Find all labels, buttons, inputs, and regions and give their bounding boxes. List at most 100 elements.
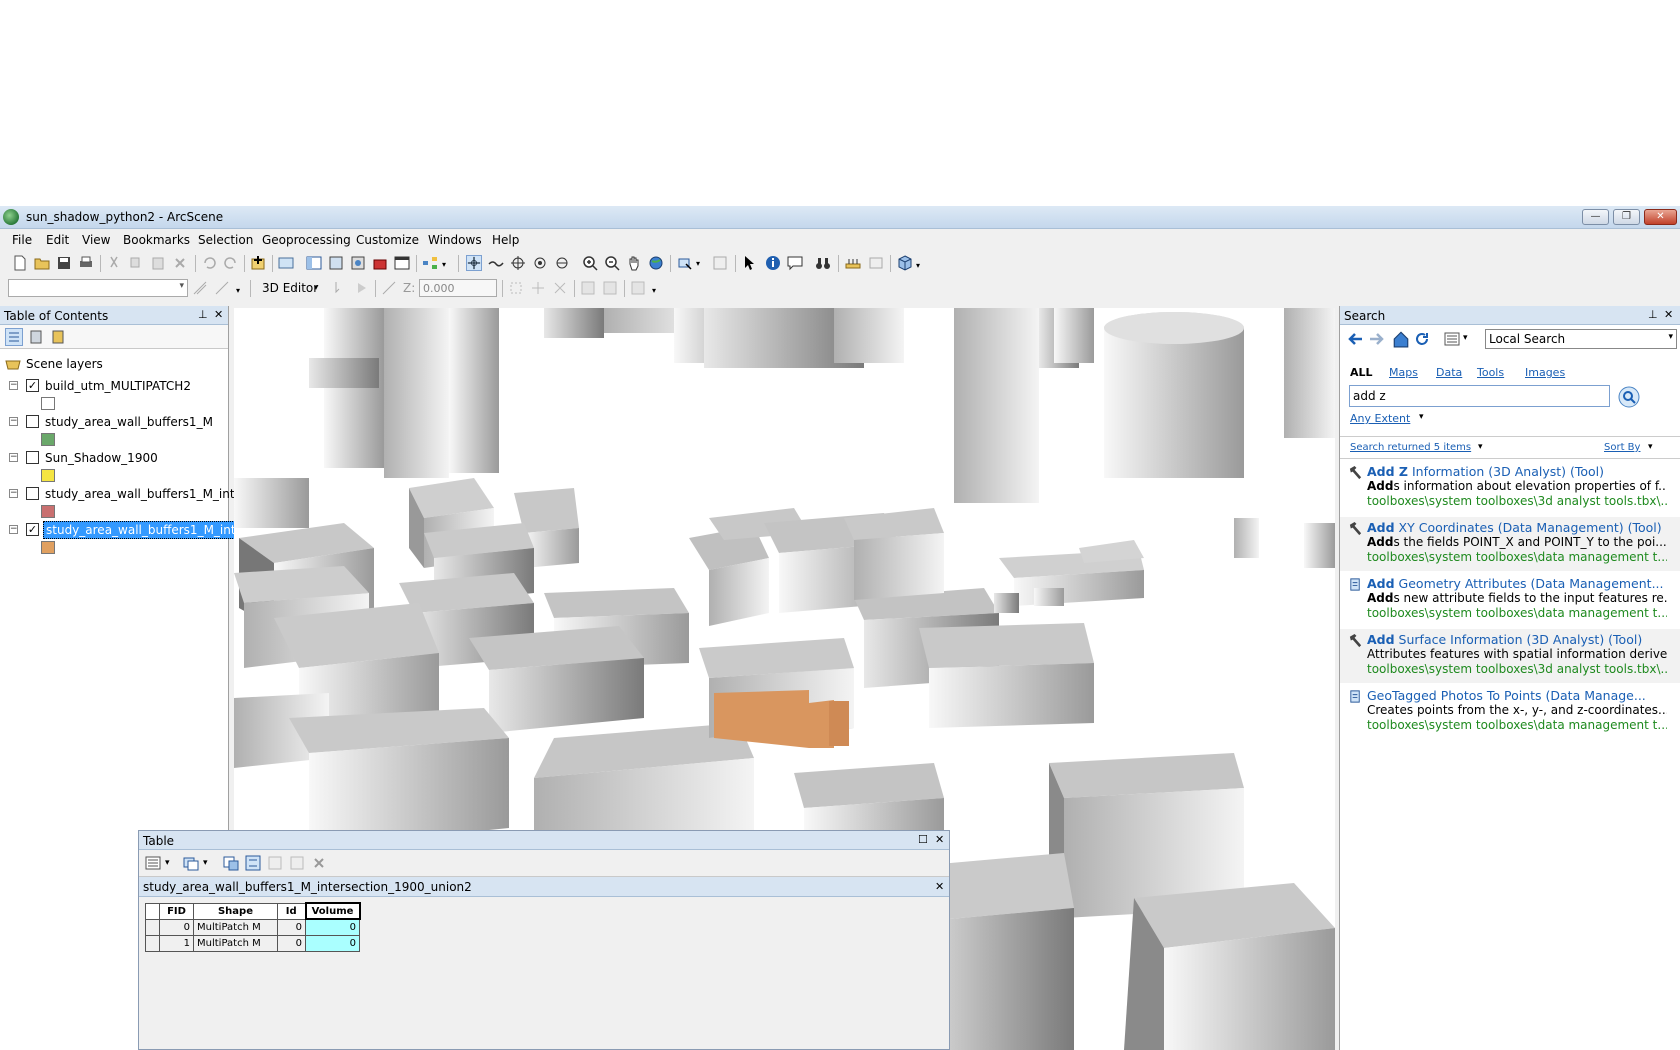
- search-returned-count[interactable]: Search returned 5 items: [1350, 442, 1471, 453]
- close-table-icon[interactable]: ✕: [935, 880, 944, 893]
- animation-icon[interactable]: [868, 255, 884, 271]
- menu-windows[interactable]: Windows: [428, 233, 482, 247]
- measure-icon[interactable]: [845, 255, 861, 271]
- select-features-icon[interactable]: [677, 255, 693, 271]
- toc-window-icon[interactable]: [306, 255, 322, 271]
- table-row[interactable]: 1 MultiPatch M 0 0: [145, 934, 360, 952]
- model-builder-icon[interactable]: [422, 255, 438, 271]
- zoom-to-selected-icon[interactable]: [289, 855, 305, 871]
- select-elements-arrow-icon[interactable]: [741, 255, 757, 271]
- redo-icon[interactable]: [223, 255, 239, 271]
- menu-bookmarks[interactable]: Bookmarks: [123, 233, 190, 247]
- tab-maps[interactable]: Maps: [1389, 366, 1418, 379]
- row-selector-header[interactable]: [145, 902, 160, 920]
- layer-5-visibility-checkbox[interactable]: ✓: [26, 523, 39, 536]
- paste-icon[interactable]: [150, 255, 166, 271]
- layer-4-name[interactable]: study_area_wall_buffers1_M_inters: [45, 487, 253, 501]
- close-icon[interactable]: ✕: [1664, 308, 1673, 321]
- minimize-button[interactable]: —: [1582, 209, 1609, 225]
- layer-5-collapse[interactable]: −: [9, 525, 18, 534]
- save-icon[interactable]: [56, 255, 72, 271]
- html-popup-icon[interactable]: [787, 255, 803, 271]
- undo-icon[interactable]: [201, 255, 217, 271]
- list-by-source-icon[interactable]: [28, 329, 44, 345]
- editor-options-icon[interactable]: [630, 280, 646, 296]
- delete-icon[interactable]: [172, 255, 188, 271]
- search-input[interactable]: add z: [1349, 385, 1610, 407]
- fly-icon[interactable]: [488, 255, 504, 271]
- clear-selection-icon[interactable]: [712, 255, 728, 271]
- menu-help[interactable]: Help: [492, 233, 519, 247]
- zoom-out-icon[interactable]: [604, 255, 620, 271]
- set-observer-icon[interactable]: [554, 255, 570, 271]
- related-tables-icon[interactable]: [183, 855, 199, 871]
- move-feature-icon[interactable]: [530, 280, 546, 296]
- layer-2-name[interactable]: study_area_wall_buffers1_M: [45, 415, 213, 429]
- layer-2-symbol[interactable]: [41, 433, 55, 446]
- pin-icon[interactable]: ⊥: [198, 308, 208, 321]
- layer-4-collapse[interactable]: −: [9, 489, 18, 498]
- close-icon[interactable]: ✕: [214, 308, 223, 321]
- clear-selection-icon[interactable]: [267, 855, 283, 871]
- search-result-2[interactable]: Add XY Coordinates (Data Management) (To…: [1340, 517, 1680, 571]
- layer-1-symbol[interactable]: [41, 397, 55, 410]
- column-header-shape[interactable]: Shape: [193, 902, 278, 920]
- zoom-to-target-icon[interactable]: [532, 255, 548, 271]
- column-header-fid[interactable]: FID: [159, 902, 194, 920]
- sort-by-link[interactable]: Sort By: [1604, 442, 1640, 453]
- pan-hand-icon[interactable]: [626, 255, 642, 271]
- close-icon[interactable]: ✕: [935, 833, 944, 846]
- search-result-1[interactable]: Add Z Information (3D Analyst) (Tool) Ad…: [1340, 461, 1680, 515]
- copy-icon[interactable]: [128, 255, 144, 271]
- arctoolbox-icon[interactable]: [372, 255, 388, 271]
- cell-fid[interactable]: 1: [159, 934, 194, 952]
- tab-tools[interactable]: Tools: [1477, 366, 1504, 379]
- new-document-icon[interactable]: [12, 255, 28, 271]
- search-result-4[interactable]: Add Surface Information (3D Analyst) (To…: [1340, 629, 1680, 683]
- search-scope-dropdown[interactable]: Local Search ▾: [1485, 329, 1677, 349]
- cell-shape[interactable]: MultiPatch M: [193, 918, 278, 936]
- navigate-icon[interactable]: [466, 255, 482, 271]
- layer-4-symbol[interactable]: [41, 505, 55, 518]
- identify-icon[interactable]: [765, 255, 781, 271]
- cut-icon[interactable]: [106, 255, 122, 271]
- sketch-tool-icon[interactable]: [381, 280, 397, 296]
- maximize-icon[interactable]: ☐: [918, 833, 928, 846]
- menu-geoprocessing[interactable]: Geoprocessing: [262, 233, 351, 247]
- reshape-icon[interactable]: [508, 280, 524, 296]
- python-window-icon[interactable]: [394, 255, 410, 271]
- layer-1-visibility-checkbox[interactable]: ✓: [26, 379, 39, 392]
- layer-5-name[interactable]: study_area_wall_buffers1_M_inters: [43, 521, 258, 539]
- menu-edit[interactable]: Edit: [46, 233, 69, 247]
- list-by-visibility-icon[interactable]: [50, 329, 66, 345]
- back-arrow-icon[interactable]: [1348, 331, 1364, 347]
- tab-images[interactable]: Images: [1525, 366, 1565, 379]
- target-center-icon[interactable]: [510, 255, 526, 271]
- row-selector[interactable]: [145, 934, 160, 952]
- tab-data[interactable]: Data: [1436, 366, 1462, 379]
- layer-3-visibility-checkbox[interactable]: [26, 451, 39, 464]
- open-folder-icon[interactable]: [34, 255, 50, 271]
- move-tool-icon[interactable]: [354, 280, 370, 296]
- layer-3-collapse[interactable]: −: [9, 453, 18, 462]
- refresh-icon[interactable]: [1414, 331, 1430, 347]
- attributes-icon[interactable]: [580, 280, 596, 296]
- menu-customize[interactable]: Customize: [356, 233, 419, 247]
- search-options-icon[interactable]: [1444, 331, 1460, 347]
- close-button[interactable]: ✕: [1644, 209, 1677, 225]
- cell-id[interactable]: 0: [277, 934, 306, 952]
- search-icon[interactable]: [1618, 386, 1640, 408]
- list-by-drawing-order-icon[interactable]: [5, 328, 23, 346]
- surface-tool-icon[interactable]: [192, 280, 208, 296]
- table-options-icon[interactable]: [145, 855, 161, 871]
- sketch-properties-icon[interactable]: [602, 280, 618, 296]
- layer-3-symbol[interactable]: [41, 469, 55, 482]
- delete-selected-icon[interactable]: [311, 855, 327, 871]
- cell-id[interactable]: 0: [277, 918, 306, 936]
- table-tab[interactable]: study_area_wall_buffers1_M_intersection_…: [139, 877, 949, 897]
- cell-volume[interactable]: 0: [305, 934, 360, 952]
- row-selector[interactable]: [145, 918, 160, 936]
- pin-icon[interactable]: ⊥: [1648, 308, 1658, 321]
- layer-1-collapse[interactable]: −: [9, 381, 18, 390]
- find-binoculars-icon[interactable]: [815, 255, 831, 271]
